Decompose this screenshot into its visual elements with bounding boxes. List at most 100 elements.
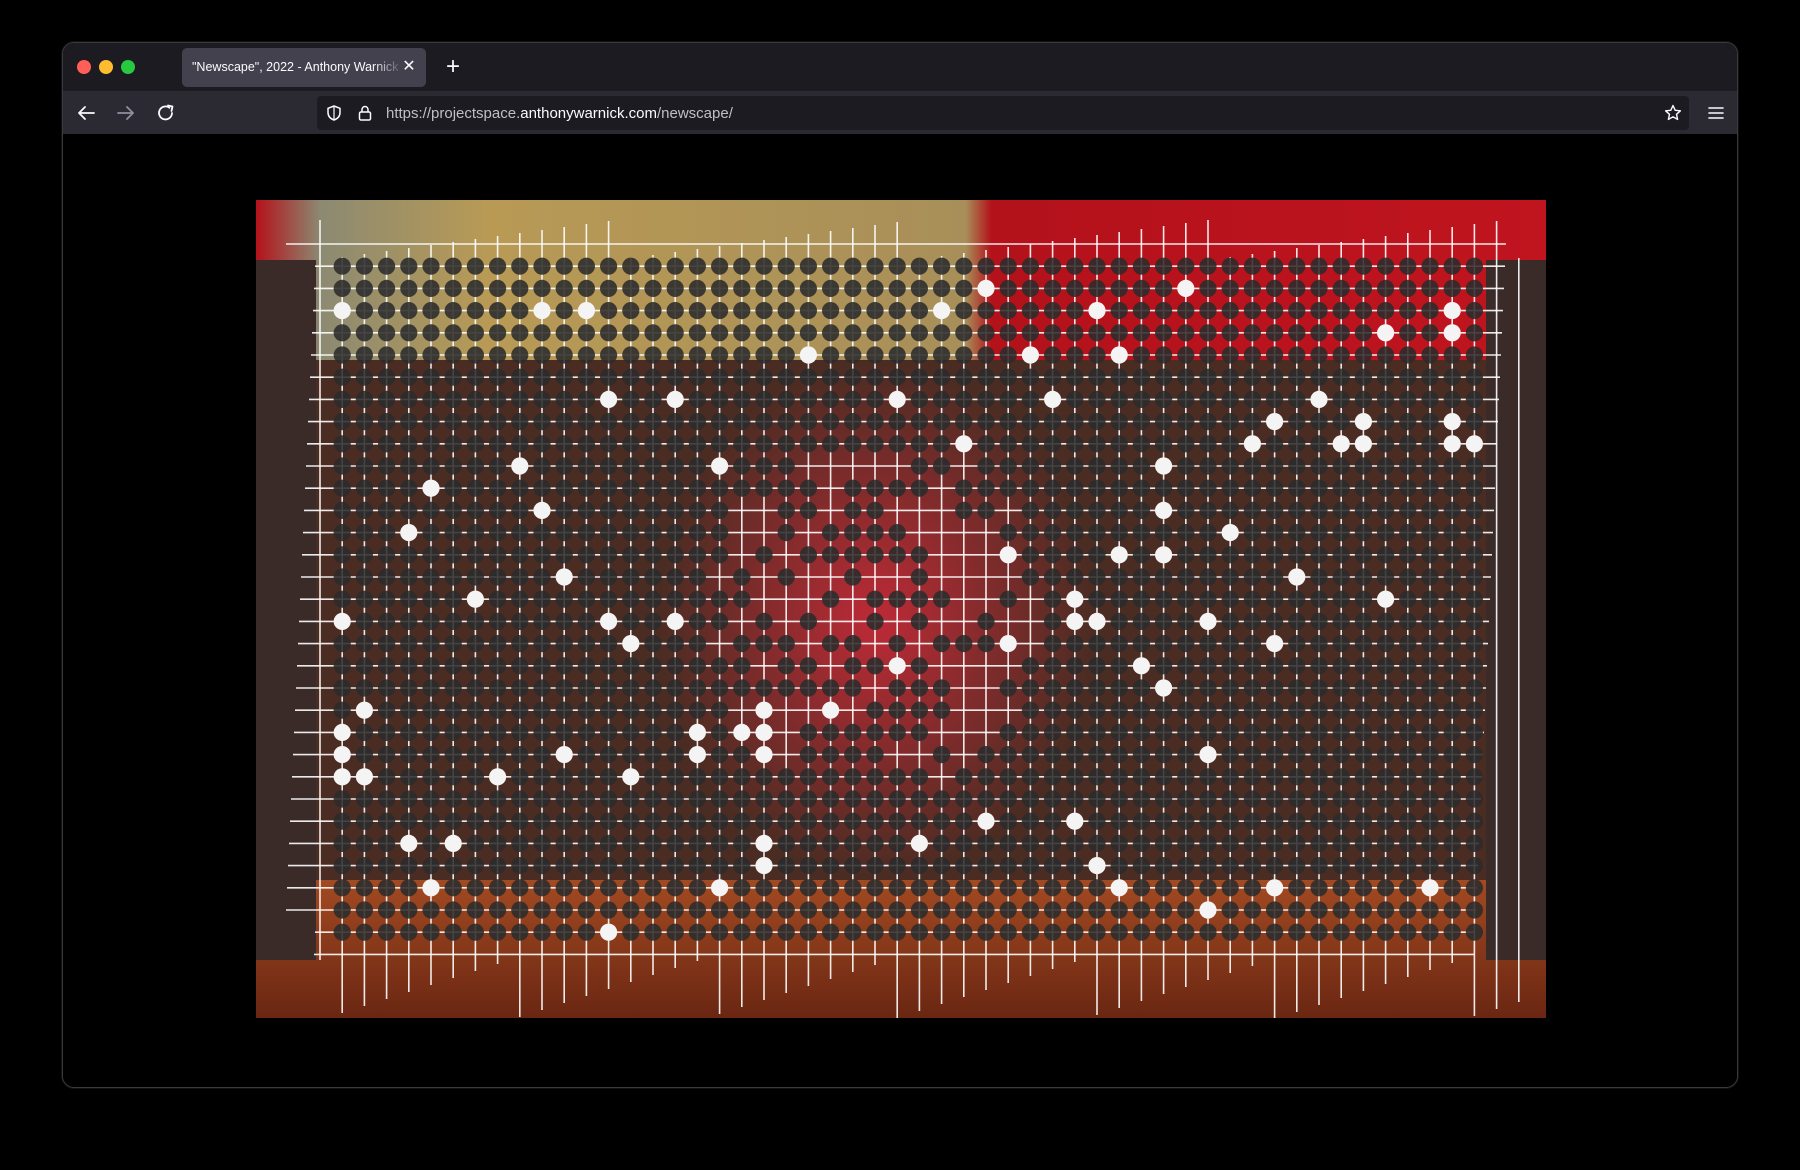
reload-button[interactable]	[150, 97, 182, 129]
tab-newscape[interactable]: "Newscape", 2022 - Anthony Warnick ✕	[182, 48, 426, 87]
black-stone	[1288, 768, 1306, 786]
black-stone	[1177, 635, 1195, 653]
black-stone	[444, 324, 462, 342]
black-stone	[600, 368, 618, 386]
black-stone	[1155, 923, 1173, 941]
black-stone	[844, 368, 862, 386]
hamburger-menu-icon[interactable]	[1703, 100, 1729, 126]
black-stone	[466, 746, 484, 764]
black-stone	[1332, 923, 1350, 941]
black-stone	[1132, 612, 1150, 630]
black-stone	[1266, 834, 1284, 853]
black-stone	[622, 612, 640, 630]
black-stone	[799, 546, 818, 564]
black-stone	[955, 501, 973, 519]
black-stone	[1066, 790, 1084, 808]
black-stone	[577, 257, 595, 275]
black-stone	[955, 812, 973, 830]
black-stone	[1021, 324, 1039, 342]
black-stone	[1465, 524, 1483, 542]
black-stone	[333, 879, 351, 897]
black-stone	[600, 812, 618, 830]
black-stone	[600, 479, 618, 497]
black-stone	[1155, 790, 1173, 808]
black-stone	[1465, 568, 1483, 586]
black-stone	[1421, 612, 1439, 630]
window-close-button[interactable]	[77, 60, 91, 74]
black-stone	[977, 834, 995, 853]
black-stone	[1044, 612, 1062, 630]
black-stone	[755, 257, 773, 275]
black-stone	[511, 834, 529, 853]
black-stone	[1177, 501, 1195, 519]
black-stone	[1399, 435, 1417, 453]
black-stone	[1310, 302, 1328, 320]
black-stone	[1354, 679, 1372, 697]
black-stone	[378, 501, 396, 519]
window-minimize-button[interactable]	[99, 60, 113, 74]
close-icon[interactable]: ✕	[400, 58, 418, 76]
black-stone	[799, 413, 818, 431]
black-stone	[1177, 257, 1195, 275]
black-stone	[799, 501, 818, 519]
black-stone	[378, 302, 396, 320]
black-stone	[977, 923, 995, 941]
back-button[interactable]	[70, 97, 102, 129]
black-stone	[1088, 723, 1106, 742]
black-stone	[378, 346, 396, 364]
shield-icon[interactable]	[325, 104, 343, 122]
black-stone	[955, 790, 973, 808]
black-stone	[999, 812, 1017, 830]
white-stone	[444, 834, 462, 853]
black-stone	[555, 546, 573, 564]
black-stone	[466, 812, 484, 830]
black-stone	[1066, 279, 1084, 297]
black-stone	[1377, 901, 1395, 919]
black-stone	[422, 568, 440, 586]
black-stone	[1044, 901, 1062, 919]
black-stone	[666, 501, 684, 519]
black-stone	[910, 302, 929, 320]
black-stone	[1332, 346, 1350, 364]
black-stone	[1021, 923, 1039, 941]
black-stone	[1088, 413, 1106, 431]
black-stone	[888, 768, 906, 786]
black-stone	[910, 590, 929, 608]
black-stone	[577, 435, 595, 453]
black-stone	[1177, 857, 1195, 875]
black-stone	[910, 879, 929, 897]
star-icon[interactable]	[1663, 103, 1683, 123]
url-text[interactable]: https://projectspace.anthonywarnick.com/…	[386, 105, 733, 122]
address-bar[interactable]: https://projectspace.anthonywarnick.com/…	[317, 96, 1689, 130]
black-stone	[1221, 679, 1239, 697]
black-stone	[1288, 879, 1306, 897]
black-stone	[1199, 279, 1217, 297]
black-stone	[1266, 901, 1284, 919]
black-stone	[355, 657, 373, 675]
black-stone	[1044, 501, 1062, 519]
black-stone	[378, 413, 396, 431]
black-stone	[1066, 857, 1084, 875]
plus-icon[interactable]: +	[439, 53, 467, 81]
black-stone	[644, 457, 662, 475]
black-stone	[355, 857, 373, 875]
black-stone	[1288, 546, 1306, 564]
window-maximize-button[interactable]	[121, 60, 135, 74]
black-stone	[1088, 479, 1106, 497]
black-stone	[733, 479, 751, 497]
black-stone	[533, 768, 551, 786]
black-stone	[1132, 701, 1150, 719]
black-stone	[400, 701, 418, 719]
black-stone	[1465, 812, 1483, 830]
black-stone	[577, 812, 595, 830]
lock-icon[interactable]	[356, 104, 374, 122]
black-stone	[1110, 590, 1128, 608]
black-stone	[1132, 590, 1150, 608]
black-stone	[533, 790, 551, 808]
forward-button[interactable]	[110, 97, 142, 129]
black-stone	[444, 479, 462, 497]
white-stone	[1199, 901, 1217, 919]
black-stone	[577, 501, 595, 519]
black-stone	[666, 834, 684, 853]
black-stone	[1110, 479, 1128, 497]
